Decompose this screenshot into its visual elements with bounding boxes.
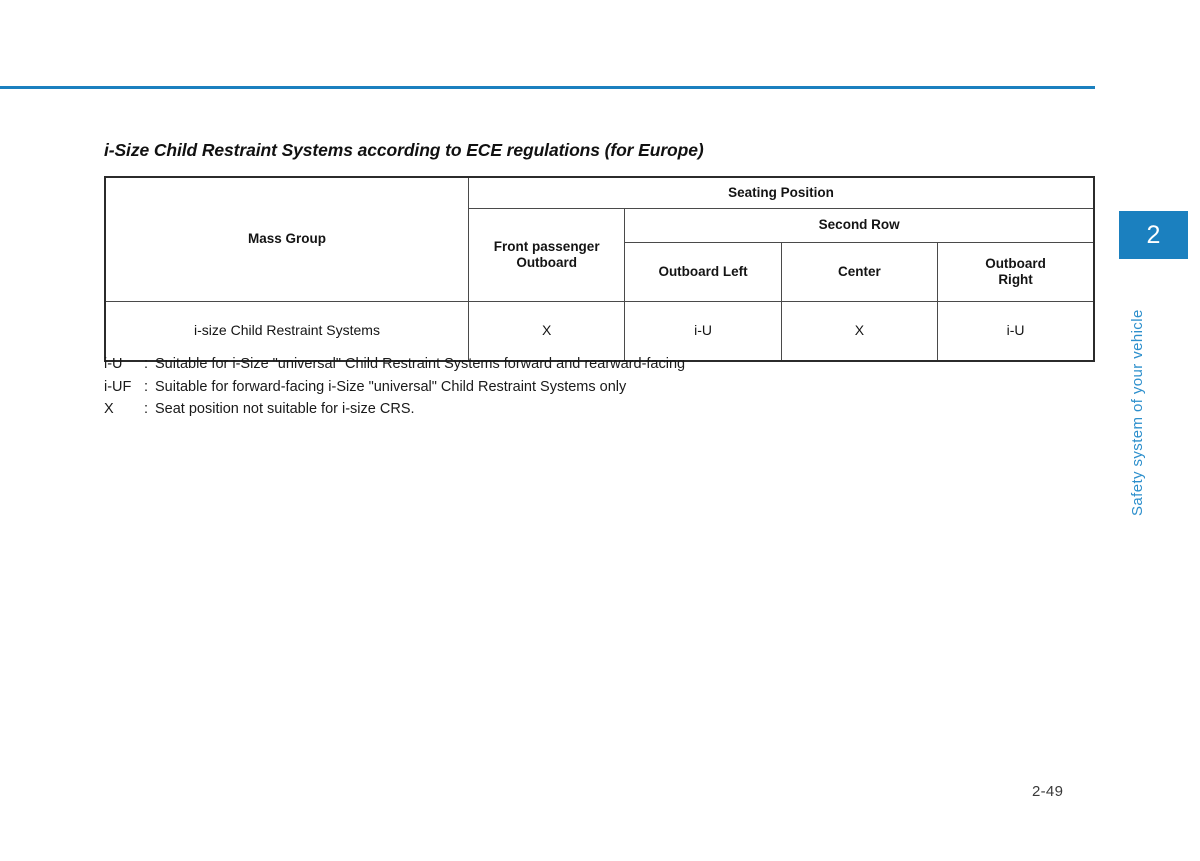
table-header-second-row: Second Row	[624, 208, 1096, 243]
legend-text: Suitable for i-Size "universal" Child Re…	[155, 356, 686, 372]
legend-item: i-UF : Suitable for forward-facing i-Siz…	[104, 376, 685, 399]
section-heading: i-Size Child Restraint Systems according…	[104, 140, 704, 160]
table-header-center: Center	[780, 242, 939, 302]
table-header-outboard-right: Outboard Right	[937, 242, 1096, 302]
cell-second-row-center: X	[780, 301, 939, 362]
front-passenger-line-2: Outboard	[516, 255, 578, 270]
outboard-right-line-2: Right	[998, 272, 1033, 287]
front-passenger-line-1: Front passenger	[493, 238, 600, 254]
legend-colon: :	[144, 356, 149, 372]
chapter-number: 2	[1146, 220, 1161, 249]
table-header-outboard-left: Outboard Left	[624, 242, 782, 302]
legend-item: X : Seat position not suitable for i-siz…	[104, 398, 685, 421]
legend-key: i-UF	[104, 378, 132, 395]
i-size-crs-table: Mass Group Seating Position Front passen…	[104, 176, 1096, 362]
chapter-title-vertical: Safety system of your vehicle	[1129, 309, 1146, 516]
legend-key: i-U	[104, 356, 123, 372]
header-accent-rule	[0, 86, 1095, 89]
table-header-seating-position: Seating Position	[468, 176, 1095, 209]
legend-item: i-U : Suitable for i-Size "universal" Ch…	[104, 353, 685, 376]
legend-colon: :	[144, 401, 149, 417]
legend-text: Suitable for forward-facing i-Size "univ…	[155, 378, 627, 395]
legend-list: i-U : Suitable for i-Size "universal" Ch…	[104, 353, 685, 421]
legend-colon: :	[144, 378, 149, 395]
table-header-row-seating-position: Mass Group Seating Position	[104, 176, 1095, 302]
cell-second-row-outboard-right: i-U	[937, 301, 1096, 362]
page-number: 2-49	[1032, 783, 1064, 800]
legend-text: Seat position not suitable for i-size CR…	[155, 401, 415, 417]
table-header-front-passenger-outboard: Front passenger Outboard	[467, 208, 626, 302]
chapter-tab: 2	[1119, 211, 1188, 259]
outboard-right-line-1: Outboard	[985, 255, 1046, 271]
table-header-mass-group: Mass Group	[104, 176, 469, 302]
legend-key: X	[104, 401, 114, 417]
